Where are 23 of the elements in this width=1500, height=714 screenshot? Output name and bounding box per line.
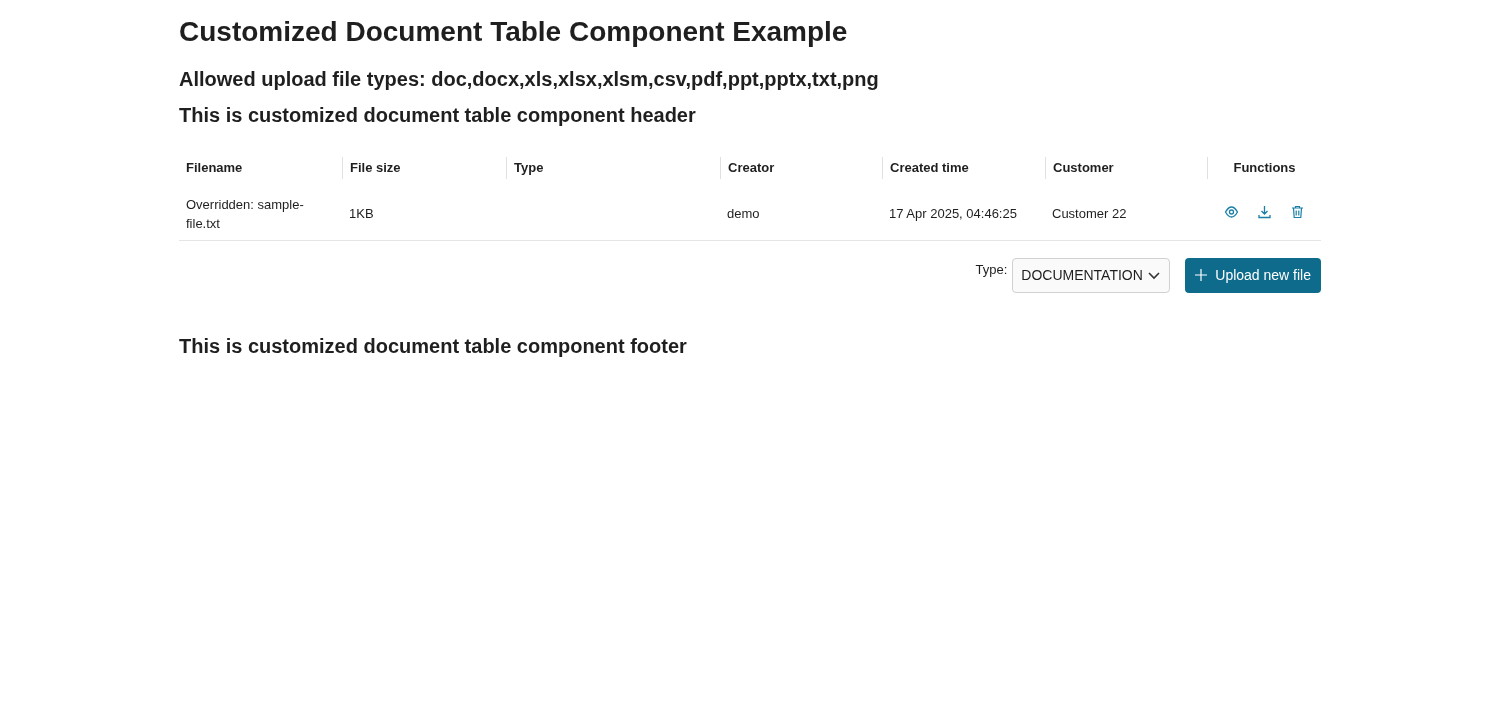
column-header: Filename — [186, 159, 243, 178]
header-text: This is customized document table component header — [179, 103, 697, 128]
column-header: Customer — [1053, 159, 1114, 178]
column-header: Functions — [1233, 159, 1296, 178]
footer-text: This is customized document table component footer — [179, 333, 688, 359]
table-cell: 17 Apr 2025, 04:46:25 — [889, 206, 1017, 222]
table-cell: demo — [727, 206, 760, 222]
column-header: Created time — [890, 159, 969, 178]
table-cell: Overridden: sample-file.txt — [186, 196, 304, 231]
type-label: Type: — [975, 260, 1008, 279]
column-header: Creator — [728, 159, 775, 178]
page-title: Customized Document Table Component Example — [179, 15, 849, 49]
type-dropdown[interactable]: DOCUMENTATION — [1012, 257, 1171, 293]
table-cell: Customer 22 — [1052, 206, 1127, 222]
delete-trash-icon[interactable] — [1289, 205, 1305, 220]
allowed-types-heading: Allowed upload file types: doc,docx,xls,xlsx,xlsm,csv,pdf,ppt,pptx,txt,png — [179, 67, 880, 92]
download-icon[interactable] — [1256, 205, 1272, 220]
view-eye-icon[interactable] — [1223, 205, 1239, 220]
column-header: Type — [514, 159, 544, 178]
upload-button[interactable]: Upload new file — [1185, 257, 1321, 293]
plus-icon — [1195, 269, 1208, 281]
table-cell: 1KB — [349, 206, 374, 222]
column-header: File size — [350, 159, 401, 178]
